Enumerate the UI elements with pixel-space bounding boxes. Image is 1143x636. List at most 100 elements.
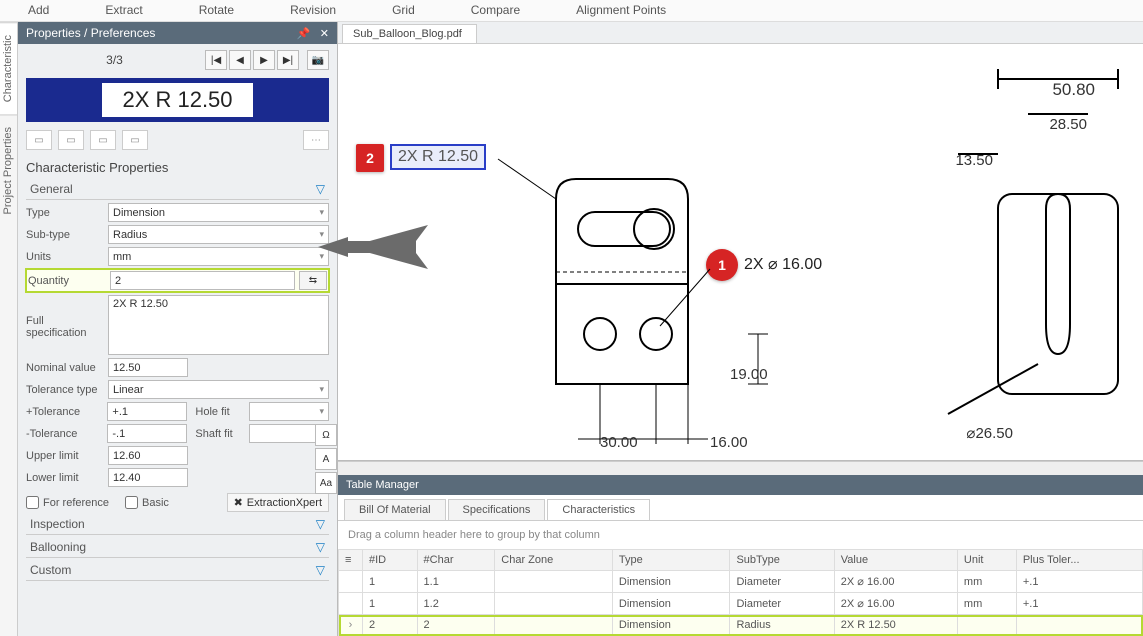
tab-characteristic[interactable]: Characteristic	[0, 22, 17, 114]
subtype-select[interactable]: Radius▾	[108, 225, 329, 244]
label-subtype: Sub-type	[26, 229, 104, 241]
type-select[interactable]: Dimension▾	[108, 203, 329, 222]
vertical-tab-strip: Characteristic Project Properties	[0, 22, 18, 636]
props-section-title: Characteristic Properties	[26, 160, 329, 175]
toltype-select[interactable]: Linear▾	[108, 380, 329, 399]
toolbar-revision[interactable]: Revision	[262, 0, 364, 21]
doc-tab-bar: Sub_Balloon_Blog.pdf	[338, 22, 1143, 44]
label-lower: Lower limit	[26, 472, 104, 484]
lower-input[interactable]: 12.40	[108, 468, 188, 487]
ocr-tool-settings[interactable]: ⋯	[303, 130, 329, 150]
label-toltype: Tolerance type	[26, 384, 104, 396]
tab-project-properties[interactable]: Project Properties	[0, 114, 17, 226]
col-id[interactable]: #ID	[363, 550, 418, 571]
tab-bom[interactable]: Bill Of Material	[344, 499, 446, 520]
units-select[interactable]: mm▾	[108, 247, 329, 266]
fullspec-textarea[interactable]	[108, 295, 329, 355]
properties-panel: Properties / Preferences 📌 ✕ 3/3 |◀ ◀ ▶ …	[18, 22, 338, 636]
characteristics-grid[interactable]: ≡ #ID #Char Char Zone Type SubType Value…	[338, 549, 1143, 636]
tab-specifications[interactable]: Specifications	[448, 499, 546, 520]
dim-16: 16.00	[710, 434, 748, 451]
capture-icon[interactable]: 📷	[307, 50, 329, 70]
tab-characteristics[interactable]: Characteristics	[547, 499, 650, 520]
group-hint: Drag a column header here to group by th…	[338, 521, 1143, 549]
doc-tab[interactable]: Sub_Balloon_Blog.pdf	[342, 24, 477, 43]
accordion-general[interactable]: General▽	[26, 179, 329, 200]
dim-50: 50.80	[1052, 80, 1095, 100]
feature-display: 2X R 12.50	[26, 78, 329, 122]
nav-first-button[interactable]: |◀	[205, 50, 227, 70]
toolbar-extract[interactable]: Extract	[77, 0, 170, 21]
upper-input[interactable]: 12.60	[108, 446, 188, 465]
table-manager-header: Table Manager	[338, 475, 1143, 495]
extractionxpert-button[interactable]: ✖ ExtractionXpert	[227, 493, 329, 512]
horizontal-scrollbar[interactable]	[338, 461, 1143, 475]
toolbar-rotate[interactable]: Rotate	[171, 0, 262, 21]
label-ntol: -Tolerance	[26, 428, 103, 440]
font-icon[interactable]: A	[315, 448, 337, 470]
pin-icon[interactable]: 📌	[297, 28, 311, 40]
holefit-select[interactable]: ▾	[249, 402, 329, 421]
nav-prev-button[interactable]: ◀	[229, 50, 251, 70]
label-nominal: Nominal value	[26, 362, 104, 374]
toolbar-compare[interactable]: Compare	[443, 0, 548, 21]
col-unit[interactable]: Unit	[957, 550, 1016, 571]
nav-next-button[interactable]: ▶	[253, 50, 275, 70]
col-type[interactable]: Type	[612, 550, 730, 571]
col-sub[interactable]: SubType	[730, 550, 834, 571]
label-fullspec: Full specification	[26, 295, 104, 339]
label-units: Units	[26, 251, 104, 263]
ocr-tool-4[interactable]: ▭	[122, 130, 148, 150]
label-type: Type	[26, 207, 104, 219]
table-row[interactable]: 11.1DimensionDiameter2X ⌀ 16.00mm+.1	[339, 571, 1143, 593]
feature-text: 2X R 12.50	[102, 83, 252, 117]
table-manager-tabs: Bill Of Material Specifications Characte…	[338, 495, 1143, 521]
accordion-inspection[interactable]: Inspection▽	[26, 514, 329, 535]
accordion-ballooning[interactable]: Ballooning▽	[26, 537, 329, 558]
case-icon[interactable]: Aa	[315, 472, 337, 494]
toolbar-alignment[interactable]: Alignment Points	[548, 0, 694, 21]
toolbar-grid[interactable]: Grid	[364, 0, 443, 21]
ocr-tool-1[interactable]: ▭	[26, 130, 52, 150]
toolbar-add[interactable]: Add	[0, 0, 77, 21]
main-toolbar: Add Extract Rotate Revision Grid Compare…	[0, 0, 1143, 22]
col-zone[interactable]: Char Zone	[495, 550, 613, 571]
col-val[interactable]: Value	[834, 550, 957, 571]
quantity-split-button[interactable]: ⇆	[299, 271, 327, 290]
label-upper: Upper limit	[26, 450, 104, 462]
ocr-tool-3[interactable]: ▭	[90, 130, 116, 150]
ntol-input[interactable]: -.1	[107, 424, 187, 443]
label-shaftfit: Shaft fit	[195, 428, 245, 440]
ptol-input[interactable]: +.1	[107, 402, 187, 421]
panel-close-icon[interactable]: ✕	[320, 28, 329, 40]
quantity-row: Quantity 2 ⇆	[26, 269, 329, 292]
accordion-custom[interactable]: Custom▽	[26, 560, 329, 581]
table-row[interactable]: 11.2DimensionDiameter2X ⌀ 16.00mm+.1	[339, 593, 1143, 615]
label-ptol: +Tolerance	[26, 406, 103, 418]
col-char[interactable]: #Char	[417, 550, 495, 571]
label-holefit: Hole fit	[195, 406, 245, 418]
table-row-selected[interactable]: ›22DimensionRadius2X R 12.50	[339, 615, 1143, 636]
ocr-tool-2[interactable]: ▭	[58, 130, 84, 150]
dim-19: 19.00	[730, 366, 768, 383]
ocr-tool-row: ▭ ▭ ▭ ▭ ⋯	[18, 128, 337, 156]
col-menu-icon[interactable]: ≡	[339, 550, 363, 571]
symbol-omega-icon[interactable]: Ω	[315, 424, 337, 446]
document-area: Sub_Balloon_Blog.pdf 2 2X R 12.50 1 2X ⌀…	[338, 22, 1143, 636]
quantity-input[interactable]: 2	[110, 271, 295, 290]
drawing-canvas[interactable]: 2 2X R 12.50 1 2X ⌀ 16.00	[338, 44, 1143, 461]
nav-last-button[interactable]: ▶|	[277, 50, 299, 70]
dim-28: 28.50	[1049, 116, 1087, 133]
dim-26: ⌀26.50	[966, 424, 1013, 442]
label-quantity: Quantity	[28, 275, 106, 287]
dim-30: 30.00	[600, 434, 638, 451]
forref-checkbox[interactable]: For reference	[26, 496, 109, 509]
basic-checkbox[interactable]: Basic	[125, 496, 169, 509]
nav-counter: 3/3	[26, 53, 203, 67]
col-plus[interactable]: Plus Toler...	[1016, 550, 1142, 571]
nav-row: 3/3 |◀ ◀ ▶ ▶| 📷	[18, 44, 337, 76]
panel-title: Properties / Preferences	[26, 26, 155, 40]
dim-13: 13.50	[955, 152, 993, 169]
nominal-input[interactable]: 12.50	[108, 358, 188, 377]
drawing-svg	[338, 44, 1143, 461]
